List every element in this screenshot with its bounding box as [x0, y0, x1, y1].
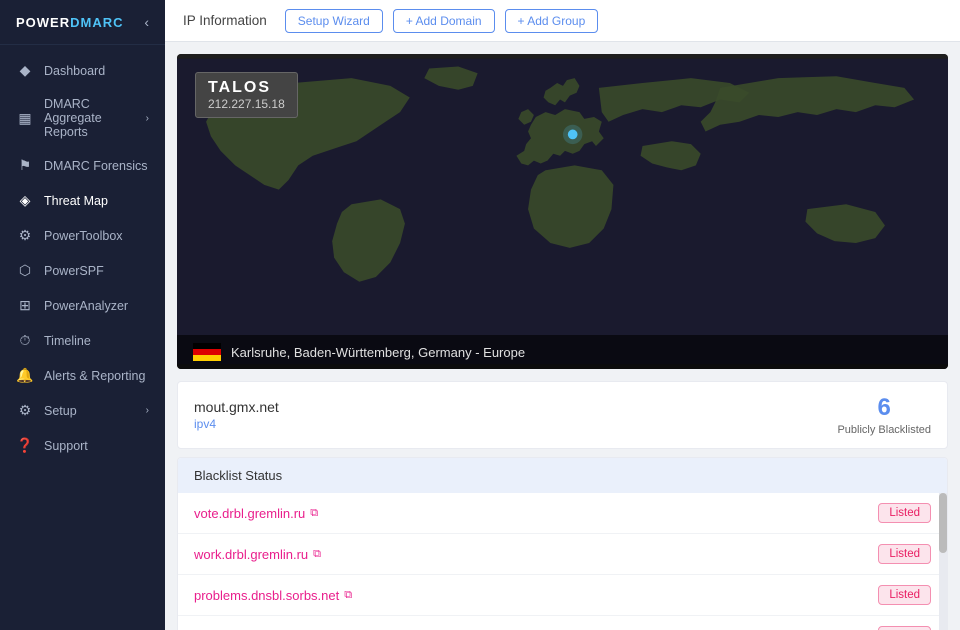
ip-type: ipv4: [194, 417, 279, 431]
add-domain-button[interactable]: + Add Domain: [393, 9, 495, 33]
blacklist-label: Publicly Blacklisted: [837, 424, 931, 436]
status-badge: Listed: [878, 626, 931, 630]
powertoolbox-icon: ⚙: [16, 227, 34, 244]
ip-info-right: 6 Publicly Blacklisted: [837, 394, 931, 436]
chevron-icon: ›: [146, 113, 149, 124]
blacklist-header: Blacklist Status: [178, 458, 947, 493]
sidebar-item-powertoolbox[interactable]: ⚙ PowerToolbox: [0, 218, 165, 253]
external-link-icon: ⧉: [344, 589, 352, 602]
external-link-icon: ⧉: [310, 507, 318, 520]
sidebar-item-label: Support: [44, 439, 88, 453]
ip-info-left: mout.gmx.net ipv4: [194, 399, 279, 431]
sidebar-item-threat-map[interactable]: ◈ Threat Map: [0, 183, 165, 218]
sidebar-item-alerts[interactable]: 🔔 Alerts & Reporting: [0, 358, 165, 393]
sidebar-item-timeline[interactable]: ⏱ Timeline: [0, 323, 165, 358]
content-area: TALOS 212.227.15.18 Karlsruhe, Baden-Wür…: [165, 42, 960, 630]
sidebar-item-powerspf[interactable]: ⬡ PowerSPF: [0, 253, 165, 288]
logo: POWERDMARC: [16, 15, 124, 30]
map-background: TALOS 212.227.15.18 Karlsruhe, Baden-Wür…: [177, 54, 948, 369]
main-content: IP Information Setup Wizard + Add Domain…: [165, 0, 960, 630]
powerspf-icon: ⬡: [16, 262, 34, 279]
sidebar: POWERDMARC ‹ ◆ Dashboard ▦ DMARC Aggrega…: [0, 0, 165, 630]
sidebar-item-poweranalyzer[interactable]: ⊞ PowerAnalyzer: [0, 288, 165, 323]
poweranalyzer-icon: ⊞: [16, 297, 34, 314]
talos-badge: TALOS 212.227.15.18: [195, 72, 298, 118]
sidebar-item-dashboard[interactable]: ◆ Dashboard: [0, 53, 165, 88]
sidebar-item-label: PowerToolbox: [44, 229, 123, 243]
add-group-button[interactable]: + Add Group: [505, 9, 599, 33]
table-row: problems.dnsbl.sorbs.net ⧉ Listed: [178, 575, 947, 616]
table-row: work.drbl.gremlin.ru ⧉ Listed: [178, 534, 947, 575]
threat-map-icon: ◈: [16, 192, 34, 209]
blacklist-domain-link[interactable]: work.drbl.gremlin.ru ⧉: [194, 547, 321, 562]
setup-icon: ⚙: [16, 402, 34, 419]
sidebar-item-label: DMARC Forensics: [44, 159, 148, 173]
scrollbar-track: [939, 493, 947, 630]
sidebar-item-label: PowerAnalyzer: [44, 299, 128, 313]
status-badge: Listed: [878, 544, 931, 564]
status-badge: Listed: [878, 503, 931, 523]
sidebar-item-setup[interactable]: ⚙ Setup ›: [0, 393, 165, 428]
scrollbar-thumb[interactable]: [939, 493, 947, 553]
external-link-icon: ⧉: [313, 548, 321, 561]
map-section: TALOS 212.227.15.18 Karlsruhe, Baden-Wür…: [177, 54, 948, 369]
sidebar-item-label: Alerts & Reporting: [44, 369, 145, 383]
map-location: Karlsruhe, Baden-Württemberg, Germany - …: [231, 345, 525, 360]
blacklist-domain-link[interactable]: problems.dnsbl.sorbs.net ⧉: [194, 588, 352, 603]
hostname: mout.gmx.net: [194, 399, 279, 415]
alerts-icon: 🔔: [16, 367, 34, 384]
sidebar-item-label: PowerSPF: [44, 264, 104, 278]
sidebar-item-label: Dashboard: [44, 64, 105, 78]
sidebar-item-label: Timeline: [44, 334, 91, 348]
sidebar-item-label: Setup: [44, 404, 77, 418]
sidebar-item-dmarc-forensics[interactable]: ⚑ DMARC Forensics: [0, 148, 165, 183]
aggregate-icon: ▦: [16, 110, 34, 127]
top-bar: IP Information Setup Wizard + Add Domain…: [165, 0, 960, 42]
talos-title: TALOS: [208, 79, 285, 97]
page-title: IP Information: [183, 13, 267, 28]
table-row: vote.drbl.gremlin.ru ⧉ Listed: [178, 493, 947, 534]
flag-germany: [193, 343, 221, 361]
setup-wizard-button[interactable]: Setup Wizard: [285, 9, 383, 33]
blacklist-count: 6: [837, 394, 931, 422]
sidebar-item-label: Threat Map: [44, 194, 108, 208]
sidebar-toggle-icon[interactable]: ‹: [144, 14, 149, 30]
blacklist-section: Blacklist Status vote.drbl.gremlin.ru ⧉ …: [177, 457, 948, 630]
map-footer: Karlsruhe, Baden-Württemberg, Germany - …: [177, 335, 948, 369]
domain-text: vote.drbl.gremlin.ru: [194, 506, 305, 521]
talos-ip: 212.227.15.18: [208, 97, 285, 111]
blacklist-list: vote.drbl.gremlin.ru ⧉ Listed work.drbl.…: [178, 493, 947, 630]
sidebar-item-dmarc-aggregate[interactable]: ▦ DMARC Aggregate Reports ›: [0, 88, 165, 148]
table-row: spam.dnsbl.sorbs.net ⧉ Listed: [178, 616, 947, 630]
dashboard-icon: ◆: [16, 62, 34, 79]
chevron-icon: ›: [146, 405, 149, 416]
forensics-icon: ⚑: [16, 157, 34, 174]
sidebar-item-support[interactable]: ❓ Support: [0, 428, 165, 463]
sidebar-menu: ◆ Dashboard ▦ DMARC Aggregate Reports › …: [0, 45, 165, 630]
status-badge: Listed: [878, 585, 931, 605]
domain-text: problems.dnsbl.sorbs.net: [194, 588, 339, 603]
blacklist-domain-link[interactable]: vote.drbl.gremlin.ru ⧉: [194, 506, 318, 521]
support-icon: ❓: [16, 437, 34, 454]
timeline-icon: ⏱: [16, 332, 34, 349]
sidebar-item-label: DMARC Aggregate Reports: [44, 97, 136, 139]
ip-info-section: mout.gmx.net ipv4 6 Publicly Blacklisted: [177, 381, 948, 449]
sidebar-logo: POWERDMARC ‹: [0, 0, 165, 45]
domain-text: work.drbl.gremlin.ru: [194, 547, 308, 562]
